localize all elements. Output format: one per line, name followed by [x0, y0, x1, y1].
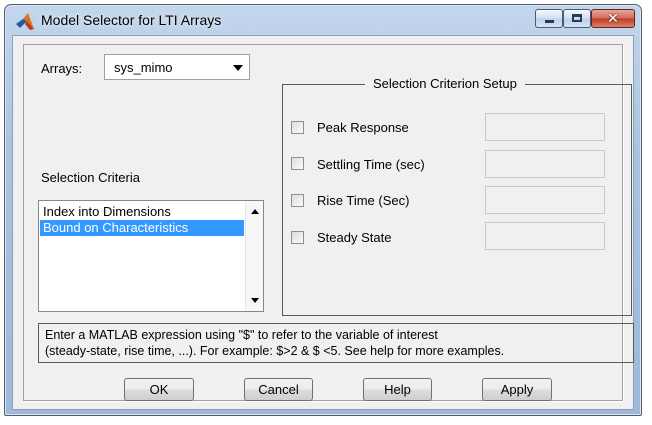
steady-state-label: Steady State: [317, 230, 392, 245]
close-button[interactable]: ✕: [591, 9, 635, 28]
peak-response-label: Peak Response: [317, 120, 409, 135]
cancel-button[interactable]: Cancel: [244, 378, 313, 401]
scroll-down-icon[interactable]: [251, 298, 259, 303]
window-title: Model Selector for LTI Arrays: [41, 12, 222, 28]
rise-time-label: Rise Time (Sec): [317, 193, 410, 208]
arrays-label: Arrays:: [41, 61, 83, 76]
rise-time-checkbox[interactable]: [291, 194, 304, 207]
rise-time-field: [485, 186, 605, 214]
setup-group-title: Selection Criterion Setup: [365, 76, 525, 91]
list-scrollbar[interactable]: [245, 201, 263, 311]
help-text-line-2: (steady-state, rise time, ...). For exam…: [45, 344, 505, 358]
scroll-up-icon[interactable]: [251, 209, 259, 214]
chevron-down-icon[interactable]: [233, 65, 243, 71]
help-text-box: Enter a MATLAB expression using "$" to r…: [38, 323, 634, 363]
maximize-button[interactable]: [563, 9, 591, 28]
peak-response-checkbox[interactable]: [291, 121, 304, 134]
help-button[interactable]: Help: [363, 378, 432, 401]
settling-time-label: Settling Time (sec): [317, 157, 425, 172]
steady-state-checkbox[interactable]: [291, 231, 304, 244]
close-icon: ✕: [607, 10, 619, 26]
minimize-icon: [545, 20, 554, 23]
peak-response-field: [485, 113, 605, 141]
maximize-icon: [572, 14, 582, 22]
selection-criteria-label: Selection Criteria: [41, 170, 140, 185]
help-text-line-1: Enter a MATLAB expression using "$" to r…: [45, 328, 438, 342]
minimize-button[interactable]: [535, 9, 563, 28]
list-item-index-into-dimensions[interactable]: Index into Dimensions: [40, 204, 244, 220]
arrays-dropdown[interactable]: sys_mimo: [104, 54, 250, 80]
apply-button[interactable]: Apply: [482, 378, 552, 401]
steady-state-field: [485, 222, 605, 250]
ok-button[interactable]: OK: [124, 378, 194, 401]
arrays-dropdown-value: sys_mimo: [114, 60, 173, 75]
selection-criteria-list[interactable]: Index into Dimensions Bound on Character…: [38, 200, 264, 312]
settling-time-field: [485, 150, 605, 178]
settling-time-checkbox[interactable]: [291, 157, 304, 170]
list-item-bound-on-characteristics[interactable]: Bound on Characteristics: [40, 220, 244, 236]
title-bar[interactable]: Model Selector for LTI Arrays ✕: [5, 5, 641, 35]
matlab-logo-icon: [16, 13, 34, 30]
